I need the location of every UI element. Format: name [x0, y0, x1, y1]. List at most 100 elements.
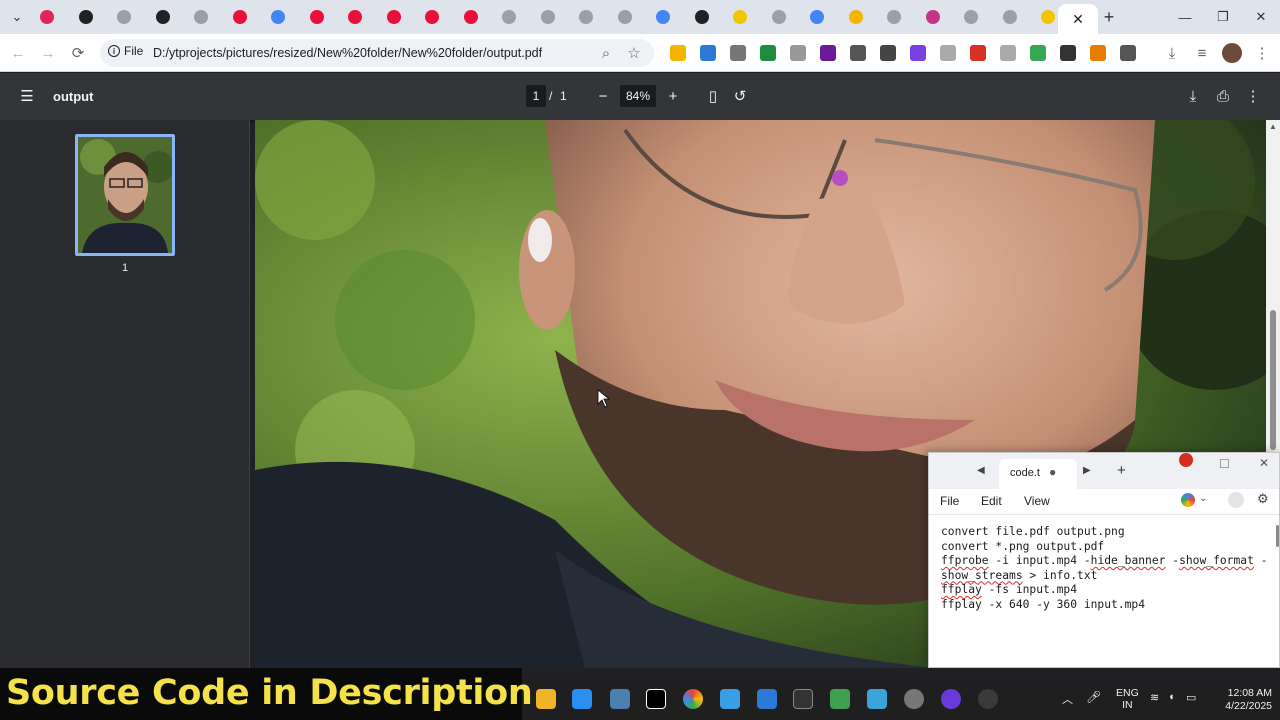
green-app-icon[interactable]	[830, 689, 850, 709]
bookmark-star-icon[interactable]: ☆	[622, 41, 646, 65]
close-window-icon[interactable]: ✕	[1242, 0, 1280, 34]
fit-to-page-icon[interactable]: ▯	[702, 85, 724, 107]
extension-icon[interactable]	[730, 45, 746, 61]
extension-icon[interactable]	[850, 45, 866, 61]
browser-tab[interactable]	[417, 6, 447, 28]
notepad-text-area[interactable]: convert file.pdf output.png convert *.pn…	[941, 525, 1271, 612]
browser-tab[interactable]	[186, 6, 216, 28]
app-icon[interactable]	[610, 689, 630, 709]
purple-app-icon[interactable]	[941, 689, 961, 709]
browser-tab[interactable]	[225, 6, 255, 28]
copilot-icon[interactable]	[1181, 493, 1195, 507]
zoom-search-icon[interactable]: ⌕	[594, 41, 618, 65]
language-indicator[interactable]: ENG IN	[1116, 687, 1139, 711]
browser-tab[interactable]	[494, 6, 524, 28]
back-arrow-icon[interactable]: ←	[6, 41, 30, 65]
notepad-maximize-icon[interactable]: ☐	[1219, 457, 1230, 471]
browser-tab[interactable]	[802, 6, 832, 28]
microphone-icon[interactable]: 🎤︎	[1086, 690, 1101, 704]
wifi-icon[interactable]: ≋	[1150, 691, 1159, 704]
terminal-icon[interactable]	[793, 689, 813, 709]
extension-icon[interactable]	[970, 45, 986, 61]
battery-icon[interactable]: ▭	[1186, 691, 1196, 704]
extension-icon[interactable]	[790, 45, 806, 61]
browser-tab[interactable]	[918, 6, 948, 28]
downloads-icon[interactable]: ⤓	[1160, 41, 1184, 65]
browser-tab[interactable]	[764, 6, 794, 28]
browser-tab[interactable]	[379, 6, 409, 28]
address-bar[interactable]: i File D:/ytprojects/pictures/resized/Ne…	[100, 39, 654, 67]
zoom-in-icon[interactable]: +	[662, 85, 684, 107]
print-icon[interactable]: ⎙	[1212, 85, 1234, 107]
browser-tab[interactable]	[725, 6, 755, 28]
notepad-tab[interactable]: code.t ●	[999, 459, 1077, 489]
menu-edit[interactable]: Edit	[981, 494, 1002, 508]
zoom-out-icon[interactable]: −	[592, 85, 614, 107]
page-thumbnail[interactable]	[75, 134, 175, 256]
tab-scroll-right-icon[interactable]: ▶	[1083, 465, 1091, 476]
new-tab-button[interactable]: +	[1092, 0, 1126, 34]
menu-file[interactable]: File	[940, 494, 959, 508]
account-icon[interactable]	[1228, 492, 1244, 508]
chrome-icon[interactable]	[683, 689, 703, 709]
site-info-chip[interactable]: i File	[108, 44, 143, 58]
extension-icon[interactable]	[760, 45, 776, 61]
minimize-window-icon[interactable]: —	[1166, 0, 1204, 34]
extension-icon[interactable]	[1090, 45, 1106, 61]
browser-tab[interactable]	[263, 6, 293, 28]
extension-icon[interactable]	[1120, 45, 1136, 61]
browser-menu-icon[interactable]: ⋮	[1250, 41, 1274, 65]
menu-view[interactable]: View	[1024, 494, 1050, 508]
extension-icon[interactable]	[1000, 45, 1016, 61]
profile-avatar[interactable]	[1222, 43, 1242, 63]
browser-tab[interactable]	[571, 6, 601, 28]
restore-window-icon[interactable]: ❐	[1204, 0, 1242, 34]
browser-tab[interactable]	[148, 6, 178, 28]
browser-tab[interactable]	[610, 6, 640, 28]
browser-tab[interactable]	[109, 6, 139, 28]
reload-icon[interactable]: ⟳	[66, 41, 90, 65]
browser-tab[interactable]	[456, 6, 486, 28]
browser-tab[interactable]	[648, 6, 678, 28]
download-icon[interactable]: ⤓	[1182, 85, 1204, 107]
notepad-window[interactable]: ◀ code.t ● ▶ + ☐ ✕ File Edit View ⌄ ⚙ co…	[928, 452, 1280, 668]
vscode-icon[interactable]	[572, 689, 592, 709]
url-text[interactable]: D:/ytprojects/pictures/resized/New%20fol…	[153, 46, 542, 60]
tab-scroll-left-icon[interactable]: ◀	[977, 465, 985, 476]
media-controls-icon[interactable]: ≡	[1190, 41, 1214, 65]
copilot-chevron-icon[interactable]: ⌄	[1199, 493, 1207, 504]
browser-tab[interactable]	[302, 6, 332, 28]
scrollbar-thumb[interactable]	[1270, 310, 1276, 450]
extension-icon[interactable]	[910, 45, 926, 61]
browser-tab[interactable]	[71, 6, 101, 28]
rotate-icon[interactable]: ↺	[729, 85, 751, 107]
settings-gear-icon[interactable]: ⚙	[1257, 491, 1269, 507]
notepad-close-icon[interactable]: ✕	[1259, 456, 1269, 470]
browser-tab[interactable]	[32, 6, 62, 28]
extension-icon[interactable]	[940, 45, 956, 61]
scroll-up-arrow-icon[interactable]: ▲	[1269, 122, 1277, 131]
notepad-new-tab-icon[interactable]: +	[1117, 462, 1126, 479]
file-explorer-icon[interactable]	[536, 689, 556, 709]
extension-icon[interactable]	[1060, 45, 1076, 61]
tray-chevron-icon[interactable]: ︿	[1062, 691, 1073, 707]
browser-tab[interactable]	[533, 6, 563, 28]
browser-tab[interactable]	[340, 6, 370, 28]
unsaved-dot-icon[interactable]: ●	[1049, 465, 1056, 479]
extension-icon[interactable]	[670, 45, 686, 61]
close-tab-icon[interactable]: ✕	[1072, 11, 1084, 28]
extension-icon[interactable]	[820, 45, 836, 61]
recorder-icon[interactable]	[978, 689, 998, 709]
volume-icon[interactable]: ◖	[1168, 691, 1175, 703]
screen-tool-icon[interactable]	[757, 689, 777, 709]
notepad-scrollbar-thumb[interactable]	[1276, 525, 1279, 547]
browser-tab[interactable]	[995, 6, 1025, 28]
browser-tab[interactable]	[879, 6, 909, 28]
tab-search-chevron-icon[interactable]: ⌄	[2, 0, 32, 34]
extension-icon[interactable]	[880, 45, 896, 61]
more-actions-icon[interactable]: ⋮	[1242, 85, 1264, 107]
notepad-icon[interactable]	[720, 689, 740, 709]
page-number-input[interactable]: 1	[526, 85, 546, 107]
clock[interactable]: 12:08 AM 4/22/2025	[1210, 687, 1272, 713]
forward-arrow-icon[interactable]: →	[36, 41, 60, 65]
